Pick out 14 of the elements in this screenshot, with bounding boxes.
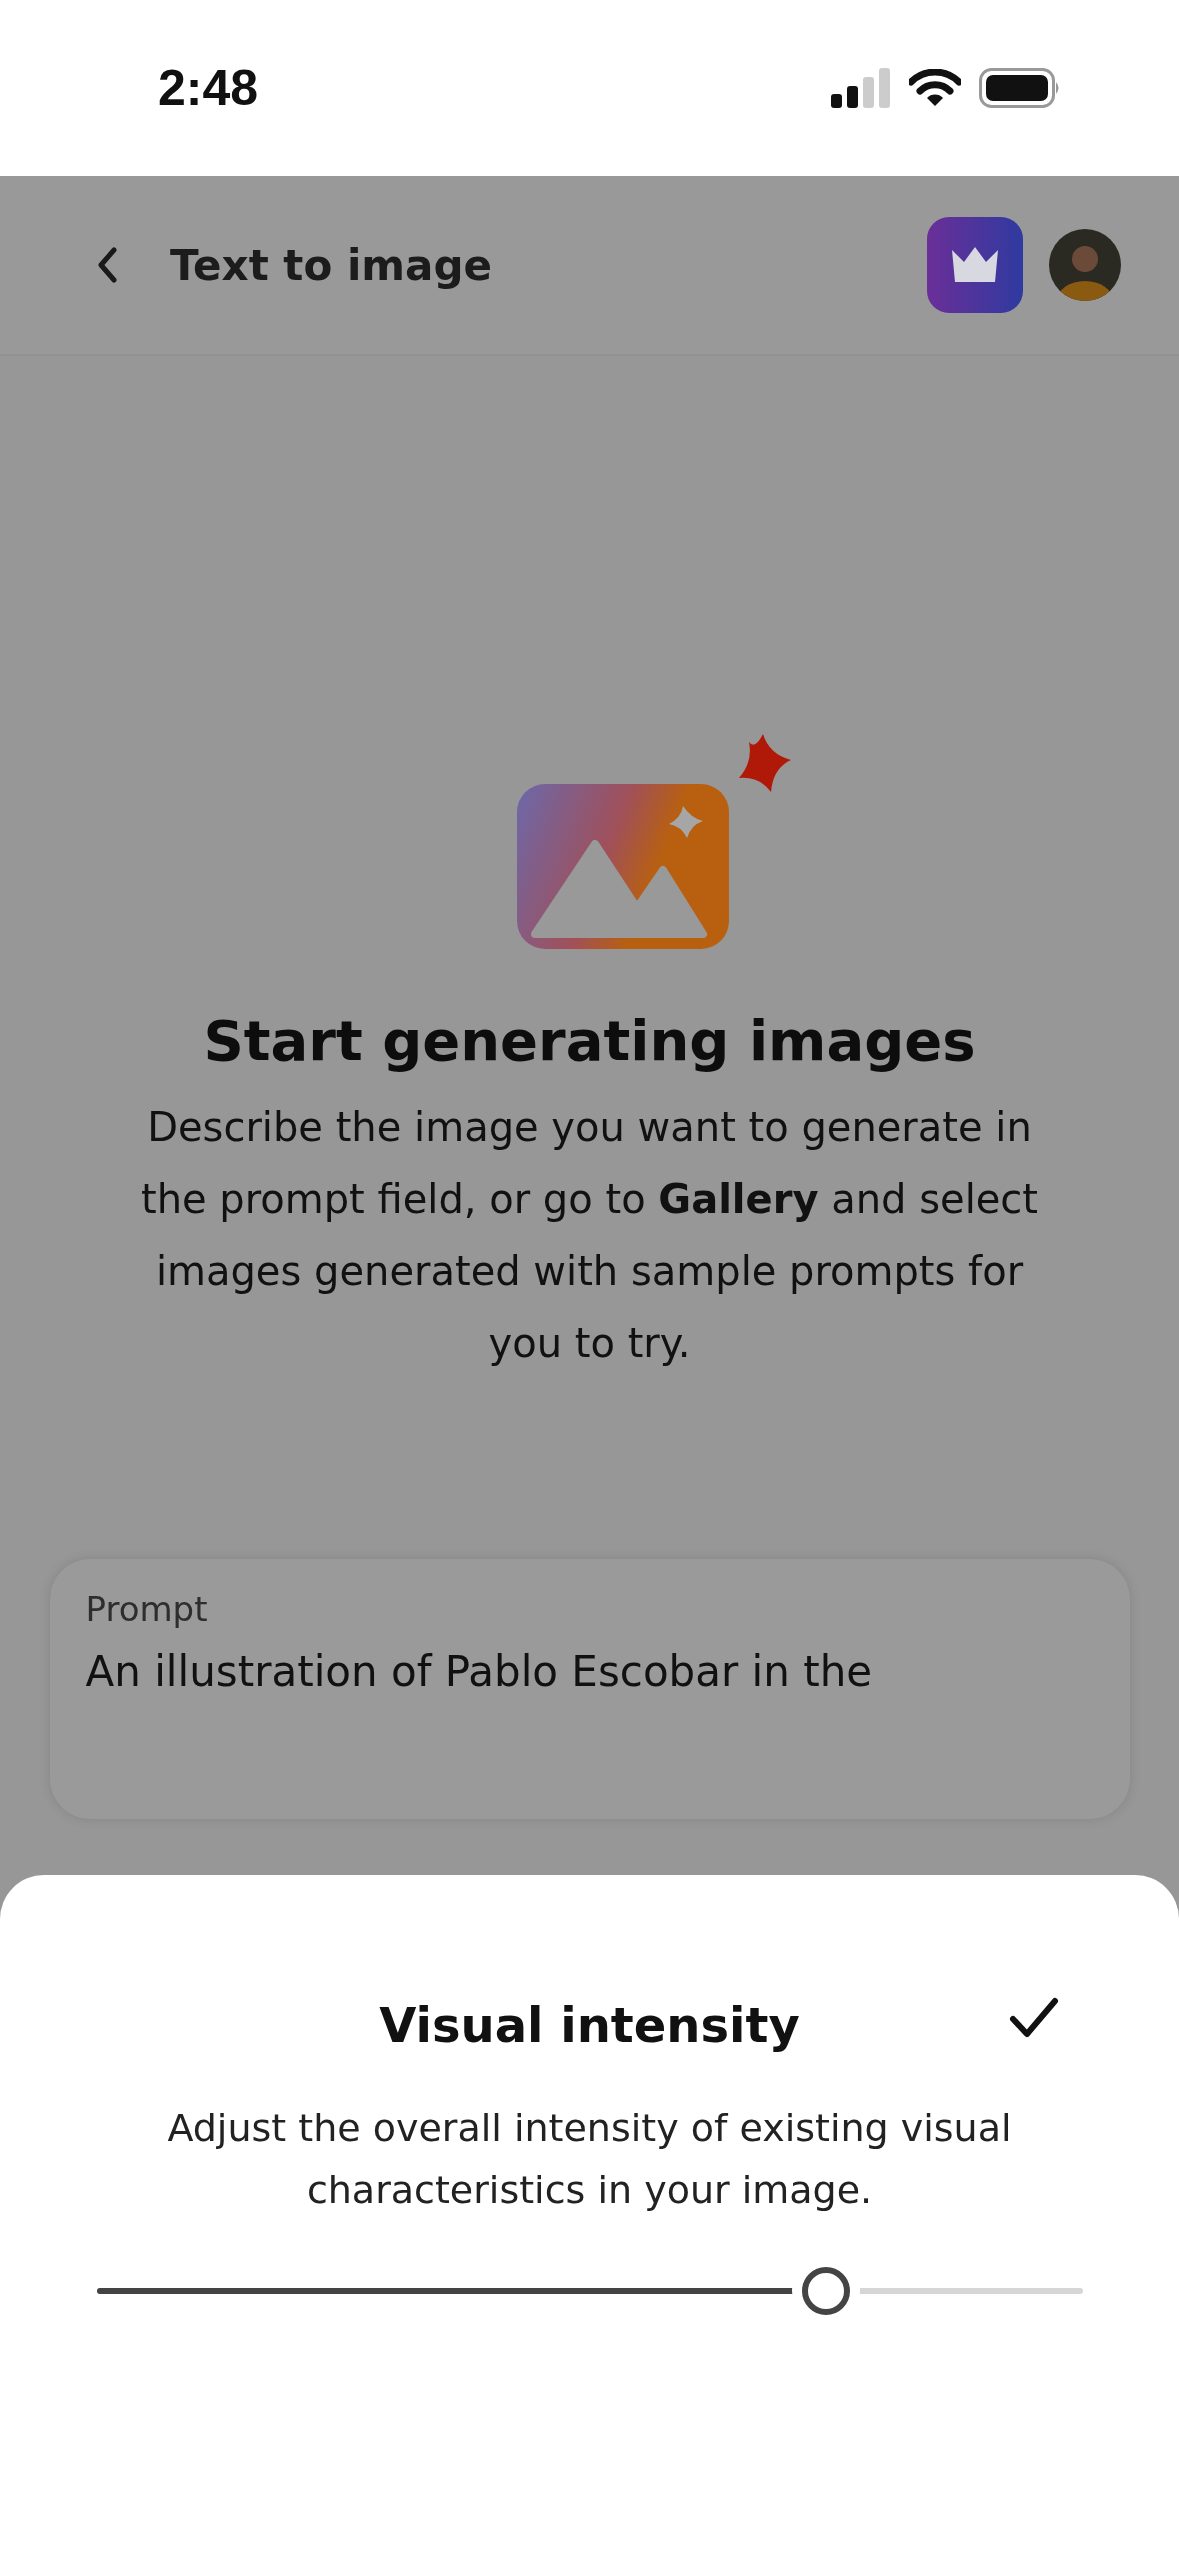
empty-state-description: Describe the image you want to generate in the prompt field, or go to Gallery and select images generated with sample prompts for you to try. [139, 1103, 1040, 1368]
wifi-icon [909, 69, 961, 107]
status-time: 2:48 [158, 59, 259, 117]
crown-icon [949, 245, 1001, 285]
sheet-description: Adjust the overall intensity of existing visual characteristics in your image. [166, 2105, 1013, 2214]
prompt-field[interactable]: Prompt An illustration of Pablo Escobar in the [49, 1559, 1130, 1819]
checkmark-icon[interactable] [1009, 1997, 1059, 2039]
screen-title: Text to image [170, 240, 492, 290]
battery-icon [979, 68, 1061, 108]
sheet-title: Visual intensity [379, 1997, 800, 2053]
back-icon[interactable] [96, 247, 118, 283]
signal-icon [831, 68, 891, 108]
empty-state-title: Start generating images [203, 1008, 976, 1073]
premium-button[interactable] [927, 217, 1023, 313]
